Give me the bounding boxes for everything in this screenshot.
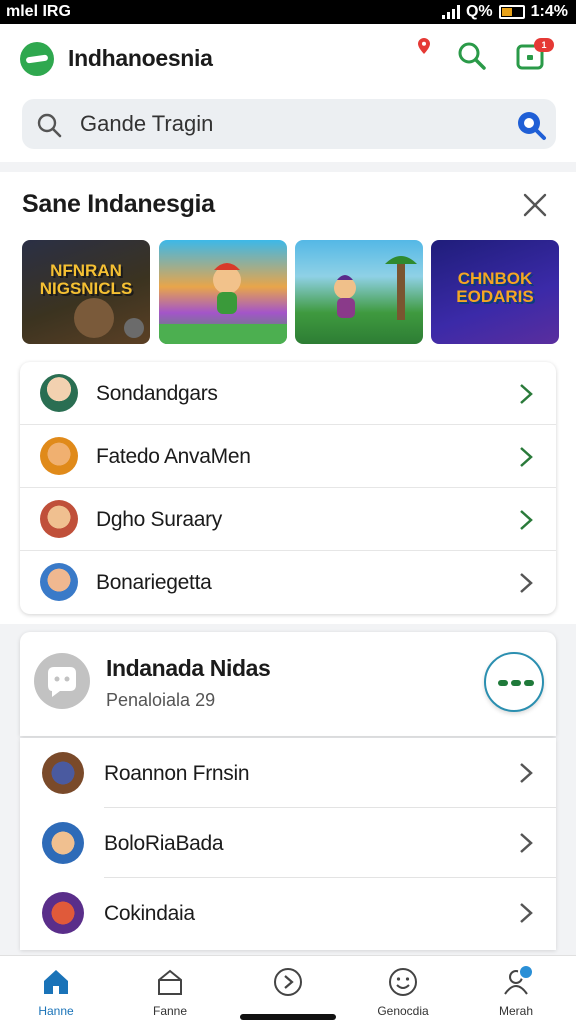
list-item[interactable]: Bonariegetta (20, 551, 556, 614)
list-item[interactable]: Dgho Suraary (20, 488, 556, 551)
chat-bubble-icon (48, 667, 76, 697)
avatar (42, 752, 84, 794)
nav-label: Fanne (152, 1004, 188, 1018)
home-icon (44, 970, 68, 994)
nav-label: Hanne (38, 1004, 74, 1018)
section-title: Sane Indanesgia (22, 190, 215, 218)
app-header: Indhanoesnia 1 (0, 24, 576, 162)
nav-label: Genocdia (377, 1004, 429, 1018)
close-icon[interactable] (520, 190, 550, 220)
chevron-right-icon (520, 903, 533, 923)
list-item-label: Fatedo AnvaMen (96, 445, 251, 468)
group-card[interactable]: Indanada Nidas Penaloiala 29 (20, 632, 556, 736)
avatar (40, 500, 78, 538)
list-item[interactable]: BoloRiaBada (20, 808, 556, 878)
search-icon (458, 42, 486, 70)
nav-item-profile[interactable]: Merah (466, 956, 566, 1024)
featured-section: Sane Indanesgia NFNRAN NIGSNICLS CHNBOK … (0, 172, 576, 624)
battery-percent: Q% (465, 3, 493, 20)
notification-badge (518, 964, 534, 980)
battery-icon (498, 5, 525, 19)
list-item-label: BoloRiaBada (104, 832, 224, 855)
more-options-button[interactable] (484, 652, 544, 712)
list-item-label: Bonariegetta (96, 571, 212, 594)
smile-icon (389, 968, 417, 996)
list-item[interactable]: Sondandgars (20, 362, 556, 425)
list-item-label: Cokindaia (104, 902, 195, 925)
avatar (40, 563, 78, 601)
app-title: Indhanoesnia (68, 45, 213, 71)
list-item-label: Dgho Suraary (96, 508, 222, 531)
location-pin-icon[interactable] (418, 38, 430, 54)
group-title: Indanada Nidas (106, 655, 271, 681)
search-bar[interactable] (22, 99, 556, 149)
lens-search-icon[interactable] (514, 108, 548, 142)
search-input[interactable] (80, 99, 500, 149)
group-subtitle: Penaloiala 29 (106, 690, 216, 710)
inbox-badge: 1 (534, 38, 554, 52)
search-button[interactable] (454, 38, 490, 74)
avatar (42, 822, 84, 864)
nav-item-home[interactable]: Hanne (6, 956, 106, 1024)
featured-list: Sondandgars Fatedo AnvaMen Dgho Suraary … (20, 362, 556, 614)
thumbnail-title: CHNBOK EODARIS (456, 269, 534, 306)
game-thumbnail[interactable] (295, 240, 423, 344)
avatar (42, 892, 84, 934)
more-dot (498, 680, 508, 686)
chevron-right-icon (520, 833, 533, 853)
nav-item-smile[interactable]: Genocdia (353, 956, 453, 1024)
chevron-right-icon (520, 573, 533, 593)
list-item[interactable]: Roannon Frnsin (20, 738, 556, 808)
search-icon (37, 113, 62, 138)
app-logo-icon (20, 42, 54, 76)
runner-illustration (159, 263, 287, 344)
list-item[interactable]: Cokindaia (20, 878, 556, 948)
status-icons: Q% 1:4% (441, 3, 568, 21)
chevron-right-icon (520, 447, 533, 467)
carrier-label: mlel IRG (6, 3, 71, 20)
more-dot (524, 680, 534, 686)
clock: 1:4% (530, 3, 568, 20)
chevron-right-icon (520, 510, 533, 530)
avatar (40, 374, 78, 412)
game-thumbnail[interactable]: NFNRAN NIGSNICLS (22, 240, 150, 344)
box-icon (158, 969, 182, 995)
group-avatar (34, 653, 90, 709)
warrior-illustration (74, 298, 144, 338)
avatar (40, 437, 78, 475)
game-thumbnail[interactable] (159, 240, 287, 344)
list-item-label: Sondandgars (96, 382, 218, 405)
home-indicator[interactable] (240, 1014, 336, 1020)
group-list: Roannon Frnsin BoloRiaBada Cokindaia (20, 738, 556, 950)
play-circle-icon (274, 968, 302, 996)
more-dot (511, 680, 521, 686)
jungle-illustration (334, 256, 417, 320)
signal-icon (441, 5, 460, 19)
nav-label: Merah (498, 1004, 533, 1018)
chevron-right-icon (520, 384, 533, 404)
list-item-label: Roannon Frnsin (104, 762, 250, 785)
list-item[interactable]: Fatedo AnvaMen (20, 425, 556, 488)
chevron-right-icon (520, 763, 533, 783)
nav-item-box[interactable]: Fanne (120, 956, 220, 1024)
status-bar: mlel IRG Q% 1:4% (0, 0, 576, 24)
game-thumbnail[interactable]: CHNBOK EODARIS (431, 240, 559, 344)
